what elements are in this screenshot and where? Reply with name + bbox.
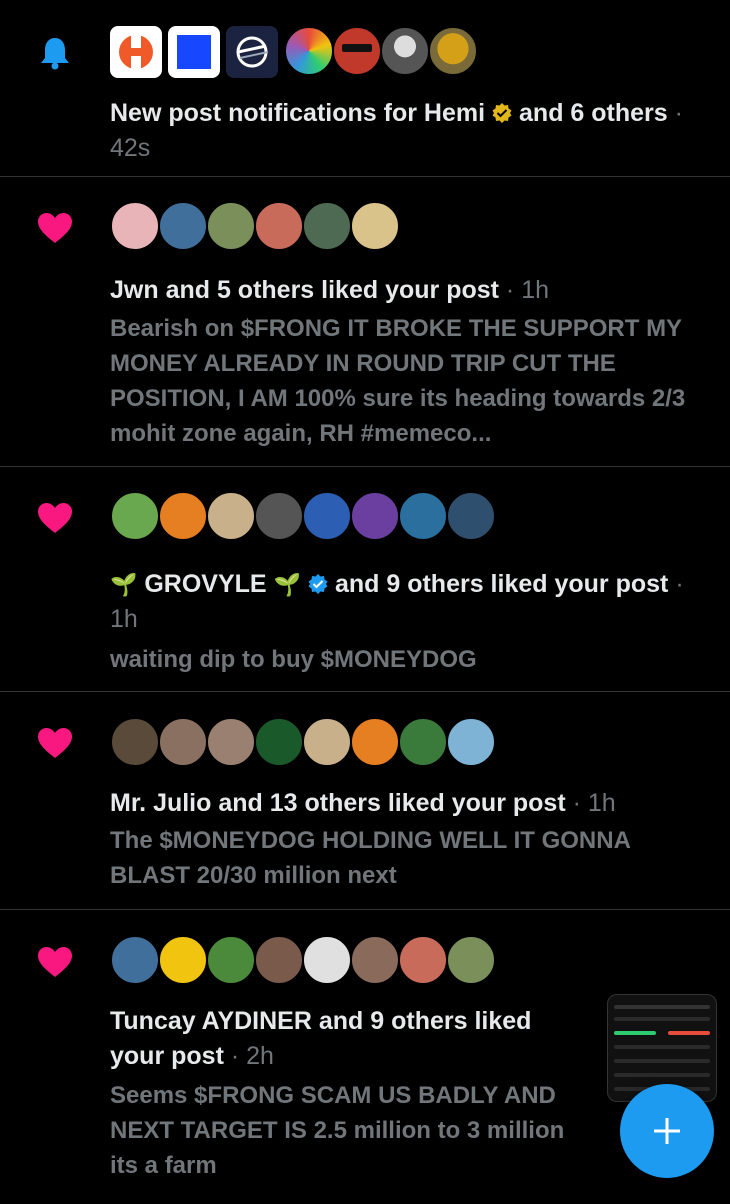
heart-icon <box>36 943 74 981</box>
avatar[interactable] <box>110 26 162 78</box>
notification-title: Tuncay AYDINER and 9 others liked your p… <box>110 1007 532 1070</box>
user-name: GROVYLE <box>144 570 267 598</box>
heart-icon <box>36 499 74 537</box>
plus-icon <box>654 1118 680 1144</box>
sprout-icon: 🌱 <box>273 572 301 597</box>
sprout-icon: 🌱 <box>110 572 138 597</box>
post-preview: waiting dip to buy $MONEYDOG <box>110 646 477 673</box>
avatar[interactable] <box>206 491 256 541</box>
avatar[interactable] <box>428 26 478 76</box>
avatar[interactable] <box>446 717 496 767</box>
avatar[interactable] <box>350 201 400 251</box>
avatar[interactable] <box>254 491 304 541</box>
notification-title-after: and 9 others liked your post <box>334 570 669 598</box>
avatar[interactable] <box>446 935 496 985</box>
avatar[interactable] <box>350 491 400 541</box>
notification-like[interactable]: Jwn and 5 others liked your post · 1h Be… <box>0 177 730 467</box>
avatar[interactable] <box>284 26 334 76</box>
notification-like[interactable]: 🌱 GROVYLE 🌱 and 9 others liked your post … <box>0 467 730 692</box>
post-preview: Seems $FRONG SCAM US BADLY AND NEXT TARG… <box>110 1082 565 1179</box>
avatar[interactable] <box>110 935 160 985</box>
avatar[interactable] <box>350 717 400 767</box>
bell-icon <box>36 34 74 72</box>
avatar-group <box>110 201 400 251</box>
post-preview: Bearish on $FRONG IT BROKE THE SUPPORT M… <box>110 315 686 447</box>
notification-title-text: Tuncay AYDINER and 9 others liked your p… <box>110 1007 532 1070</box>
avatar[interactable] <box>158 201 208 251</box>
compose-button[interactable] <box>620 1084 714 1178</box>
notification-like[interactable]: Mr. Julio and 13 others liked your post … <box>0 692 730 910</box>
avatar[interactable] <box>254 201 304 251</box>
notification-time: 1h <box>587 789 616 817</box>
avatar[interactable] <box>398 717 448 767</box>
verified-blue-badge-icon <box>307 570 329 594</box>
avatar[interactable] <box>158 935 208 985</box>
notification-title-text: Jwn and 5 others liked your post <box>110 276 499 304</box>
avatar[interactable] <box>158 717 208 767</box>
avatar[interactable] <box>380 26 430 76</box>
notification-time: 2h <box>246 1042 274 1070</box>
notification-text: New post notifications for Hemi and 6 oth… <box>110 99 683 162</box>
notification-text-after: and 6 others <box>519 99 668 127</box>
avatar[interactable] <box>446 491 496 541</box>
avatar[interactable] <box>158 491 208 541</box>
notification-time: 42s <box>110 134 151 162</box>
avatar[interactable] <box>110 201 160 251</box>
post-preview: The $MONEYDOG HOLDING WELL IT GONNA BLAS… <box>110 827 631 889</box>
avatar-group <box>110 26 478 78</box>
notification-text-before: New post notifications for Hemi <box>110 99 486 127</box>
notification-time: 1h <box>521 276 549 304</box>
avatar-group <box>110 935 496 985</box>
notification-title-text: Mr. Julio and 13 others liked your post <box>110 789 566 817</box>
avatar[interactable] <box>332 26 382 76</box>
avatar[interactable] <box>302 201 352 251</box>
avatar[interactable] <box>254 717 304 767</box>
notification-title: 🌱 GROVYLE 🌱 and 9 others liked your post … <box>110 567 706 637</box>
avatar[interactable] <box>206 717 256 767</box>
avatar[interactable] <box>206 935 256 985</box>
heart-icon <box>36 209 74 247</box>
notification-new-post[interactable]: New post notifications for Hemi and 6 oth… <box>0 0 730 177</box>
notification-time: 1h <box>110 605 138 633</box>
avatar[interactable] <box>226 26 278 78</box>
heart-icon <box>36 724 74 762</box>
avatar-group <box>110 717 496 767</box>
avatar[interactable] <box>302 935 352 985</box>
avatar[interactable] <box>302 717 352 767</box>
avatar[interactable] <box>398 491 448 541</box>
verified-gold-badge-icon <box>491 99 513 123</box>
avatar[interactable] <box>168 26 220 78</box>
avatar[interactable] <box>398 935 448 985</box>
avatar[interactable] <box>110 491 160 541</box>
avatar[interactable] <box>350 935 400 985</box>
avatar[interactable] <box>254 935 304 985</box>
notification-title: Jwn and 5 others liked your post · 1h <box>110 276 549 304</box>
avatar[interactable] <box>302 491 352 541</box>
avatar-group <box>110 491 496 541</box>
avatar[interactable] <box>206 201 256 251</box>
avatar[interactable] <box>110 717 160 767</box>
notification-title: Mr. Julio and 13 others liked your post … <box>110 789 616 817</box>
